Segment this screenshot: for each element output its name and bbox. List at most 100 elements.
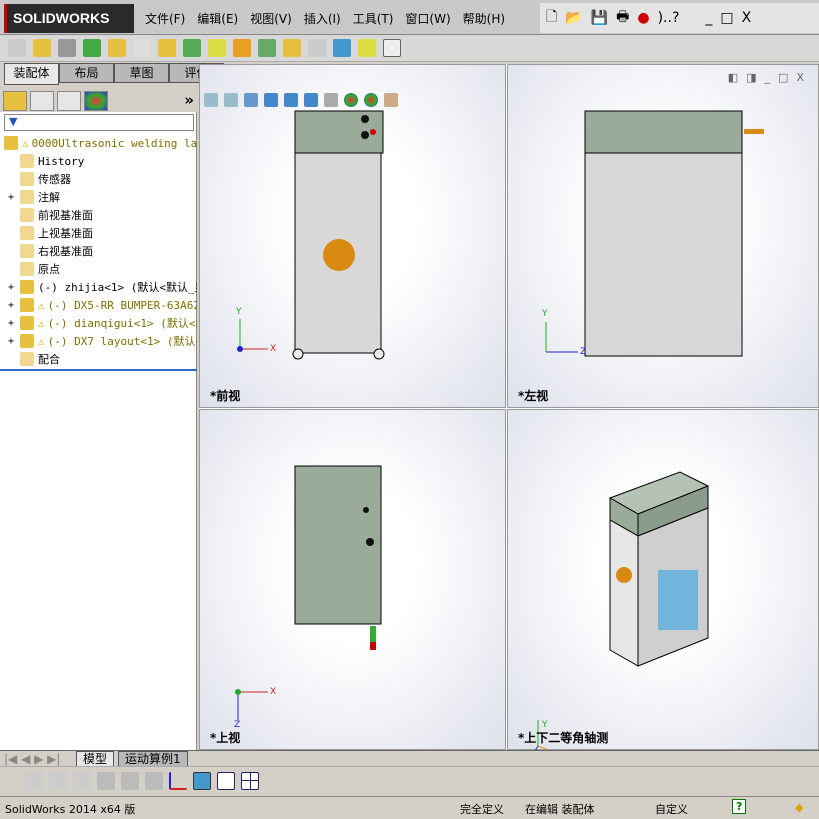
viewport-label: *左视 — [518, 389, 549, 403]
axis-x-label: X — [270, 344, 277, 354]
tree-item[interactable]: + (-) zhijia<1> (默认<默认_显示状态-1>) — [0, 278, 197, 296]
view-icon-1[interactable] — [25, 771, 43, 790]
warning-icon: ⚠ — [38, 316, 45, 330]
tree-item[interactable]: 传感器 — [0, 170, 197, 188]
viewport-top[interactable]: X Z *上视 — [199, 409, 506, 750]
expand-toggle[interactable]: + — [8, 300, 20, 311]
new-motion-study-icon[interactable] — [233, 39, 251, 57]
tree-item[interactable]: 原点 — [0, 260, 197, 278]
tree-item[interactable]: + 注解 — [0, 188, 197, 206]
tree-item-label: 前视基准面 — [38, 209, 93, 222]
menu-help[interactable]: 帮助(H) — [463, 10, 505, 27]
tree-item[interactable]: 上视基准面 — [0, 224, 197, 242]
coordinate-system-icon[interactable] — [169, 771, 187, 790]
linear-pattern-icon[interactable] — [83, 39, 101, 57]
tree-item[interactable]: + ⚠ (-) DX5-RR BUMPER-63A62 — [0, 296, 197, 314]
viewport-isometric[interactable]: Y *上下二等角轴测 — [507, 409, 819, 751]
tab-sketch[interactable]: 草图 — [114, 63, 169, 83]
menu-edit[interactable]: 编辑(E) — [197, 10, 238, 27]
filter-icon: ▼ — [9, 115, 18, 128]
tree-item[interactable]: 右视基准面 — [0, 242, 197, 260]
bill-of-materials-icon[interactable] — [258, 39, 276, 57]
reference-geometry-icon[interactable] — [208, 39, 226, 57]
feature-manager-tab-icon[interactable] — [3, 91, 27, 111]
units-selector[interactable]: 自定义 — [655, 801, 688, 817]
view-icon-5[interactable] — [121, 771, 139, 790]
quick-access-toolbar: 🗋 📂 💾 🖶 ● )..? _ □ X — [540, 3, 819, 33]
tree-item[interactable]: + ⚠(-) dianqigui<1> (默认<默认>) — [0, 314, 197, 332]
view-toolbar — [0, 766, 819, 794]
warning-icon: ⚠ — [38, 298, 45, 312]
rebuild-tag-icon[interactable]: ◆ — [795, 801, 803, 814]
tab-assembly[interactable]: 装配体 — [4, 63, 59, 85]
tree-item[interactable]: History — [0, 152, 197, 170]
minimize-button[interactable]: _ — [705, 10, 712, 26]
status-editing: 在编辑 装配体 — [525, 803, 595, 816]
expand-toggle[interactable]: + — [8, 318, 20, 329]
tree-item-icon — [20, 316, 34, 330]
explode-line-icon[interactable] — [308, 39, 326, 57]
edit-component-icon[interactable] — [8, 39, 26, 57]
rollback-bar[interactable] — [0, 369, 197, 371]
tree-item-label: History — [38, 154, 85, 168]
save-icon[interactable]: 💾 — [591, 10, 608, 26]
snapshot-icon[interactable] — [383, 39, 401, 57]
tree-item[interactable]: + ⚠(-) DX7 layout<1> (默认<默认>) — [0, 332, 197, 350]
status-bar: SolidWorks 2014 x64 版 完全定义 在编辑 装配体 自定义 ?… — [0, 796, 819, 819]
menu-insert[interactable]: 插入(I) — [304, 10, 341, 27]
restore-button[interactable]: □ — [720, 10, 733, 26]
new-icon[interactable]: 🗋 — [546, 6, 557, 30]
property-manager-tab-icon[interactable] — [30, 91, 54, 111]
help-icon[interactable]: ? — [732, 799, 747, 814]
viewport-front[interactable]: Y X *前视 — [199, 64, 506, 408]
assembly-features-icon[interactable] — [183, 39, 201, 57]
menu-tools[interactable]: 工具(T) — [353, 10, 394, 27]
view-icon-2[interactable] — [49, 771, 67, 790]
large-assembly-icon[interactable] — [358, 39, 376, 57]
tree-item-icon — [20, 226, 34, 240]
view-icon-3[interactable] — [73, 771, 91, 790]
move-component-icon[interactable] — [133, 39, 151, 57]
open-icon[interactable]: 📂 — [565, 10, 582, 26]
rebuild-icon[interactable]: ● — [637, 10, 649, 26]
expand-toggle[interactable]: + — [8, 192, 20, 203]
display-manager-tab-icon[interactable] — [84, 91, 108, 111]
menu-file[interactable]: 文件(F) — [145, 10, 185, 27]
tab-model[interactable]: 模型 — [76, 751, 115, 767]
view-icon-4[interactable] — [97, 771, 115, 790]
view-icon-6[interactable] — [145, 771, 163, 790]
viewport-label: *前视 — [210, 389, 241, 403]
two-view-icon[interactable] — [217, 771, 235, 790]
graphics-area[interactable]: Y X *前视 ◧ ◨ _ □ X Y Z *左视 X Z *上视 Y *上下二… — [199, 64, 819, 751]
tab-scroll-arrows[interactable]: |◀ ◀ ▶ ▶| — [4, 752, 60, 766]
exploded-view-icon[interactable] — [283, 39, 301, 57]
insert-component-icon[interactable] — [33, 39, 51, 57]
tree-item-icon — [20, 298, 34, 312]
command-tabs: 装配体 布局 草图 评估 — [4, 63, 224, 85]
tab-layout[interactable]: 布局 — [59, 63, 114, 83]
instant3d-icon[interactable] — [333, 39, 351, 57]
tree-item[interactable]: 配合 — [0, 350, 197, 368]
expand-toggle[interactable]: + — [8, 282, 20, 293]
help-button[interactable]: )..? — [658, 10, 680, 26]
tree-item[interactable]: 前视基准面 — [0, 206, 197, 224]
viewport-left[interactable]: ◧ ◨ _ □ X Y Z *左视 — [507, 64, 819, 408]
mate-icon[interactable] — [58, 39, 76, 57]
menu-window[interactable]: 窗口(W) — [405, 10, 450, 27]
four-view-icon[interactable] — [241, 771, 259, 790]
show-hidden-icon[interactable] — [158, 39, 176, 57]
expand-panel-button[interactable]: » — [184, 91, 194, 109]
tab-motion-study-1[interactable]: 运动算例1 — [118, 751, 188, 767]
tree-filter[interactable]: ▼ — [4, 114, 194, 131]
tree-item[interactable]: ⚠0000Ultrasonic welding layout — [0, 134, 197, 152]
single-view-icon[interactable] — [193, 771, 211, 790]
print-icon[interactable]: 🖶 — [616, 6, 629, 30]
smart-fasteners-icon[interactable] — [108, 39, 126, 57]
axis-x-label: X — [270, 687, 277, 697]
configuration-manager-tab-icon[interactable] — [57, 91, 81, 111]
menu-view[interactable]: 视图(V) — [250, 10, 292, 27]
tree-item-icon — [20, 334, 34, 348]
expand-toggle[interactable]: + — [8, 336, 20, 347]
status-fully-defined: 完全定义 — [460, 803, 504, 816]
close-button[interactable]: X — [742, 10, 752, 26]
